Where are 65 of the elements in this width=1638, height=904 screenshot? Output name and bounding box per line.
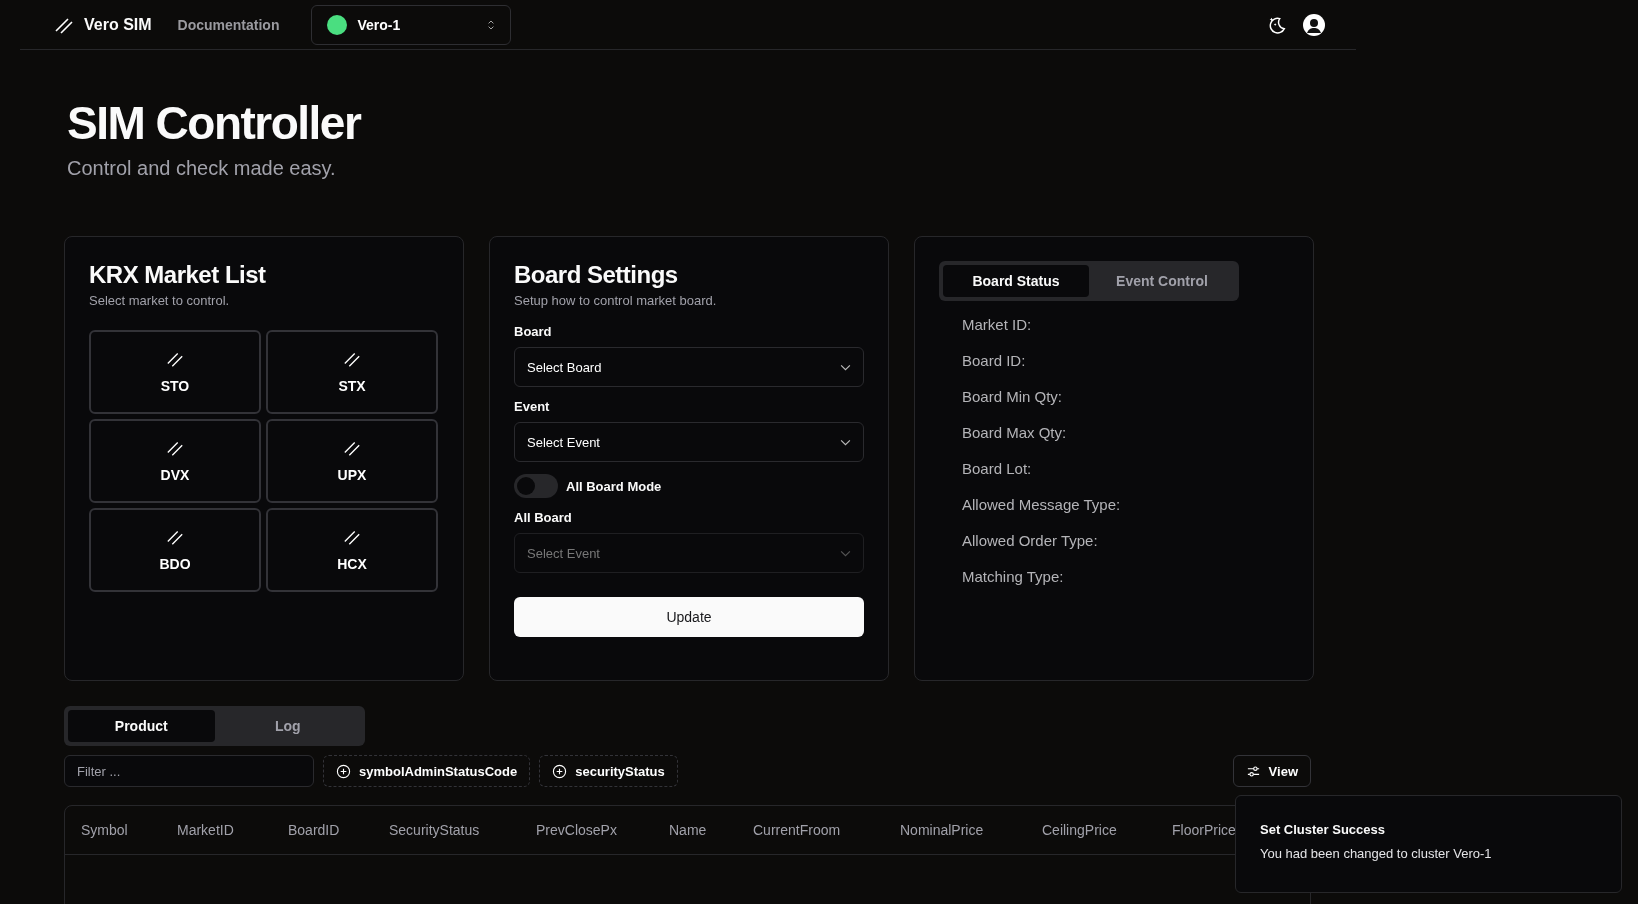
plus-circle-icon <box>336 763 351 779</box>
nav-link[interactable]: Documentation <box>177 16 280 33</box>
column-header[interactable]: PrevClosePx <box>536 822 669 839</box>
select-field[interactable]: Select Event <box>514 422 864 463</box>
status-label: Allowed Order Type: <box>962 531 1099 552</box>
column-header[interactable]: Symbol <box>81 822 177 839</box>
facet-filter-button[interactable]: symbolAdminStatusCode <box>323 755 531 788</box>
column-header[interactable]: SecurityStatus <box>389 822 536 839</box>
filter-field[interactable]: Filter ... <box>64 755 314 788</box>
field-label: All Board <box>514 510 573 526</box>
market-tile[interactable]: HCX <box>266 508 438 593</box>
status-label: Board Min Qty: <box>962 387 1064 408</box>
slash-icon <box>166 350 184 369</box>
chevron-up-down-icon <box>487 18 496 31</box>
card-title: Board Settings <box>514 261 679 290</box>
page-title: SIM Controller <box>67 96 362 151</box>
tab[interactable]: Board Status <box>943 265 1089 298</box>
status-label: Allowed Message Type: <box>962 495 1122 516</box>
market-tile[interactable]: STX <box>266 330 438 415</box>
slash-icon <box>166 528 184 547</box>
update-button[interactable]: Update <box>514 597 864 638</box>
market-tile[interactable]: DVX <box>89 419 261 504</box>
toast-message: You had been changed to cluster Vero-1 <box>1260 846 1493 861</box>
card-subtitle: Select market to control. <box>89 293 231 309</box>
column-header[interactable]: CeilingPrice <box>1042 822 1172 839</box>
facet-filter-button[interactable]: securityStatus <box>539 755 678 788</box>
field-label: Event <box>514 399 551 415</box>
toggle-switch[interactable] <box>514 474 558 499</box>
select-field[interactable]: Select Board <box>514 347 864 388</box>
page-subtitle: Control and check made easy. <box>67 157 337 181</box>
market-tile[interactable]: UPX <box>266 419 438 504</box>
column-header[interactable]: CurrentFroom <box>753 822 900 839</box>
column-header[interactable]: Name <box>669 822 753 839</box>
column-header[interactable]: MarketID <box>177 822 288 839</box>
card-subtitle: Setup how to control market board. <box>514 293 718 309</box>
column-header[interactable]: NominalPrice <box>900 822 1042 839</box>
card-title: KRX Market List <box>89 261 267 290</box>
tab[interactable]: Product <box>68 710 215 743</box>
slash-icon <box>343 350 361 369</box>
chevron-down-icon <box>840 549 851 557</box>
view-button[interactable]: View <box>1232 755 1311 788</box>
plus-circle-icon <box>552 763 568 779</box>
status-label: Board Max Qty: <box>962 423 1068 444</box>
tab[interactable]: Log <box>214 710 361 743</box>
slash-icon <box>343 528 361 547</box>
toast-title: Set Cluster Success <box>1260 822 1386 837</box>
brand-name[interactable]: Vero SIM <box>84 15 152 34</box>
chevron-down-icon <box>840 363 851 371</box>
status-label: Matching Type: <box>962 567 1065 588</box>
market-tile[interactable]: STO <box>89 330 261 415</box>
status-label: Board ID: <box>962 351 1027 372</box>
sliders-icon <box>1245 763 1261 779</box>
column-header[interactable]: BoardID <box>288 822 389 839</box>
cluster-select[interactable]: Vero-1 <box>311 4 512 45</box>
chevron-down-icon <box>840 438 851 446</box>
toggle-label: All Board Mode <box>566 478 662 494</box>
avatar-icon[interactable] <box>1302 12 1326 37</box>
column-header[interactable]: FloorPrice <box>1172 822 1236 839</box>
tab[interactable]: Event Control <box>1089 265 1235 298</box>
market-tile[interactable]: BDO <box>89 508 261 593</box>
slash-icon <box>166 439 184 458</box>
status-label: Market ID: <box>962 315 1033 336</box>
field-label: Board <box>514 324 553 340</box>
slash-icon <box>343 439 361 458</box>
status-label: Board Lot: <box>962 459 1033 480</box>
